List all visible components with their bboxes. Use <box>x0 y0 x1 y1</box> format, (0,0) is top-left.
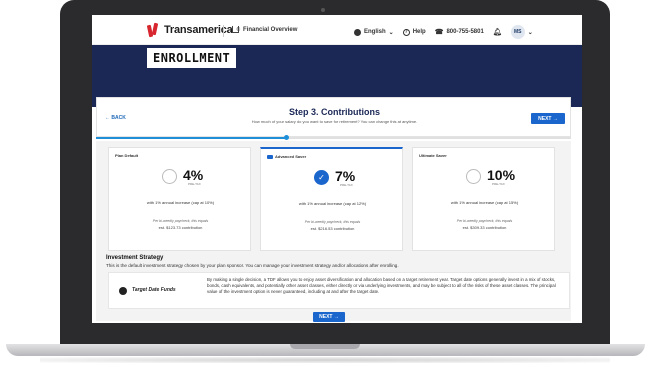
checkmark-icon: ✓ <box>318 173 325 182</box>
progress-bar <box>96 137 286 139</box>
help-label: Help <box>412 29 426 35</box>
option-label: Advanced Saver <box>267 154 306 159</box>
pre-tax-label: PRE-TAX <box>340 183 353 187</box>
phone-icon: ☎ <box>434 29 444 36</box>
user-menu[interactable]: MS ⌄ <box>510 25 533 39</box>
contribution-estimate: est. $309.33 contribution <box>462 225 507 230</box>
screen: Transamerica ® Financial Overview Englis… <box>92 15 582 323</box>
home-icon <box>232 26 239 33</box>
next-button[interactable]: NEXT → <box>531 113 565 124</box>
help-icon: ? <box>402 28 410 36</box>
option-label: Ultimate Saver <box>419 153 447 158</box>
investment-strategy-description: This is the default investment strategy … <box>106 263 399 268</box>
contribution-estimate: est. $123.73 contribution <box>158 225 203 230</box>
annual-increase-text: with 1% annual increase (cap at 15%) <box>450 200 519 205</box>
camera-icon <box>321 8 325 12</box>
language-label: English <box>364 29 386 35</box>
option-advanced-saver[interactable]: Advanced Saver ✓ 7% PRE-TAX with 1% annu… <box>260 147 403 251</box>
nav-right-group: English ⌄ ? Help ☎ 800-755-5801 🔔︎ MS ⌄ <box>354 25 533 39</box>
fund-description: By making a single decision, a TDF allow… <box>207 277 556 294</box>
option-percent: 4% <box>183 167 204 183</box>
step-subtitle: How much of your salary do you want to s… <box>251 119 418 124</box>
pre-tax-label: PRE-TAX <box>492 182 505 186</box>
fund-label: Target Date Funds <box>132 287 176 293</box>
laptop-notch <box>290 344 360 349</box>
option-label: Plan Default <box>115 153 139 158</box>
contribution-estimate: est. $216.53 contribution <box>310 226 355 231</box>
option-plan-default[interactable]: Plan Default 4% PRE-TAX with 1% annual i… <box>108 147 251 251</box>
step-header: ← BACK Step 3. Contributions How much of… <box>96 97 571 137</box>
option-ultimate-saver[interactable]: Ultimate Saver 10% PRE-TAX with 1% annua… <box>412 147 555 251</box>
language-selector[interactable]: English ⌄ <box>354 28 394 36</box>
step-title: Step 3. Contributions <box>289 107 380 117</box>
progress-indicator <box>284 135 289 140</box>
recommended-icon <box>267 154 273 159</box>
nav-divider <box>223 25 224 37</box>
page-title: ENROLLMENT <box>147 48 237 68</box>
pie-chart-icon <box>119 287 127 295</box>
investment-strategy-title: Investment Strategy <box>106 255 164 261</box>
option-percent: 10% <box>487 167 516 183</box>
radio-button[interactable] <box>162 169 177 184</box>
paycheck-note: Per bi-weekly paycheck, this equals <box>152 219 209 223</box>
pre-tax-label: PRE-TAX <box>188 182 201 186</box>
radio-button-checked[interactable]: ✓ <box>314 170 329 185</box>
annual-increase-text: with 1% annual increase (cap at 12%) <box>298 201 367 206</box>
brand-logo[interactable]: Transamerica ® <box>146 22 240 38</box>
chevron-down-icon: ⌄ <box>527 29 533 36</box>
laptop-shadow <box>40 357 610 363</box>
phone-link[interactable]: ☎ 800-755-5801 <box>435 28 484 36</box>
avatar: MS <box>510 25 525 39</box>
globe-icon <box>354 28 361 36</box>
transamerica-logo-icon <box>146 22 160 38</box>
paycheck-note: Per bi-weekly paycheck, this equals <box>456 219 513 223</box>
help-link[interactable]: ? Help <box>402 28 426 36</box>
annual-increase-text: with 1% annual increase (cap at 10%) <box>146 200 215 205</box>
top-nav: Transamerica ® Financial Overview Englis… <box>92 15 582 45</box>
phone-number: 800-755-5801 <box>446 29 484 35</box>
radio-button[interactable] <box>466 169 481 184</box>
option-percent: 7% <box>335 168 356 184</box>
notifications-button[interactable]: 🔔︎ <box>493 28 502 36</box>
next-button-bottom[interactable]: NEXT → <box>313 312 345 322</box>
paycheck-note: Per bi-weekly paycheck, this equals <box>304 220 361 224</box>
target-date-fund-card: Target Date Funds By making a single dec… <box>108 272 570 309</box>
bell-icon: 🔔︎ <box>492 29 502 36</box>
chevron-down-icon: ⌄ <box>388 29 394 36</box>
financial-overview-label: Financial Overview <box>243 26 298 33</box>
nav-financial-overview[interactable]: Financial Overview <box>232 26 297 33</box>
